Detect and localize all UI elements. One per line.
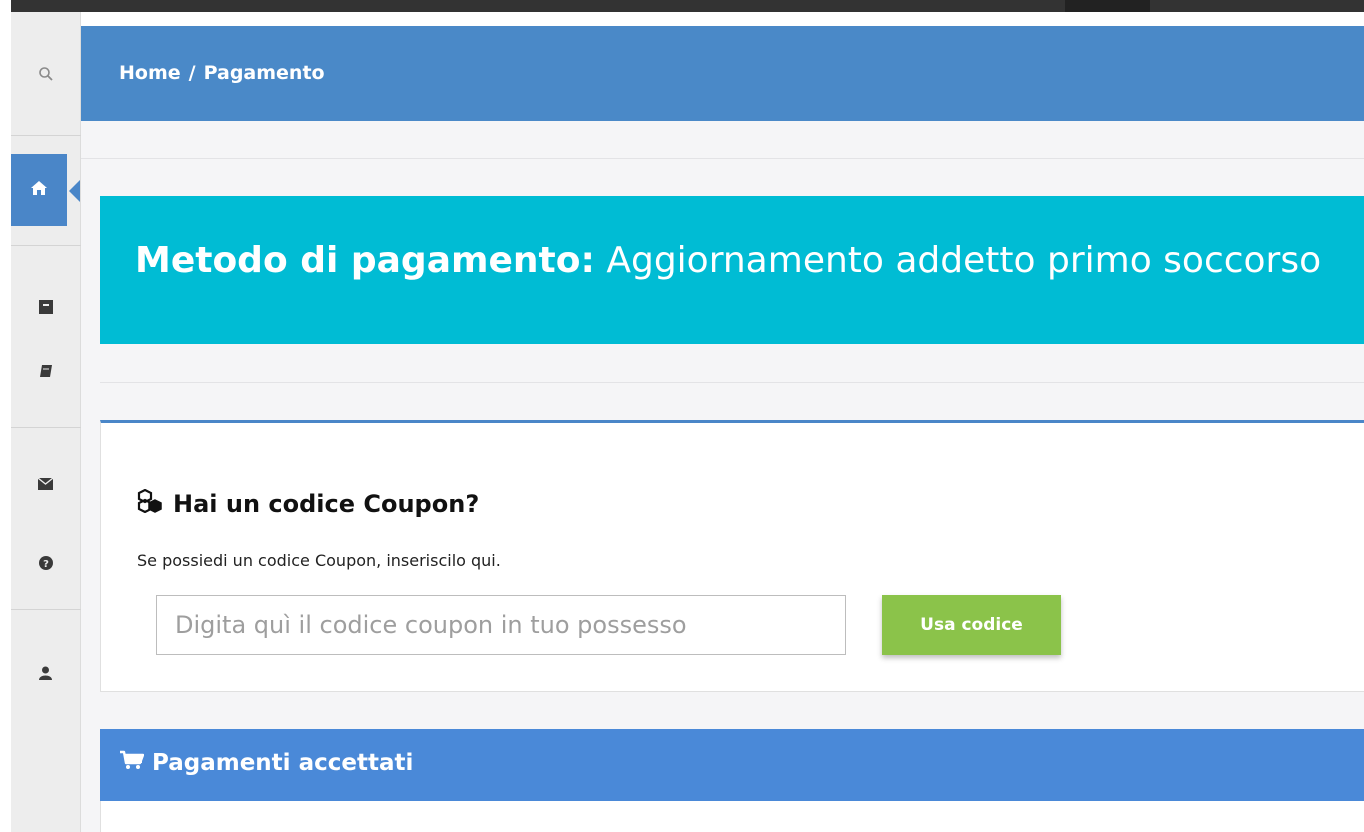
coupon-title-text: Hai un codice Coupon?: [173, 490, 480, 518]
shopping-cart-icon: [120, 750, 145, 776]
coupon-panel: Hai un codice Coupon? Se possiedi un cod…: [100, 420, 1364, 692]
window-top-bar-dark: [11, 0, 1364, 12]
active-indicator: [69, 180, 80, 202]
page-title: Metodo di pagamento: Aggiornamento addet…: [135, 240, 1321, 281]
header: Home / Pagamento: [81, 26, 1364, 121]
sidebar-item-archive[interactable]: [11, 288, 80, 328]
coupon-code-input[interactable]: [156, 595, 846, 655]
sidebar: ?: [11, 12, 81, 832]
coupon-title: Hai un codice Coupon?: [137, 488, 480, 519]
window-top-bar-segment: [1065, 0, 1150, 12]
user-icon: [39, 665, 52, 684]
breadcrumb-current: Pagamento: [203, 62, 325, 84]
use-code-button[interactable]: Usa codice: [882, 595, 1061, 655]
archive-icon: [38, 299, 53, 318]
sidebar-item-help[interactable]: ?: [11, 544, 80, 584]
divider: [81, 158, 1364, 159]
accepted-payments-header: Pagamenti accettati: [100, 729, 1364, 801]
coupon-description: Se possiedi un codice Coupon, inseriscil…: [137, 551, 501, 570]
sidebar-item-user[interactable]: [11, 654, 80, 694]
svg-text:?: ?: [43, 559, 49, 570]
sidebar-item-book[interactable]: [11, 352, 80, 392]
breadcrumb: Home / Pagamento: [119, 62, 325, 84]
window-top-bar: [0, 0, 1364, 12]
left-edge: [0, 12, 11, 832]
page-title-course: Aggiornamento addetto primo soccorso: [606, 240, 1322, 281]
breadcrumb-home[interactable]: Home: [119, 62, 181, 84]
accepted-payments-body: [100, 801, 1364, 832]
breadcrumb-separator: /: [188, 62, 196, 84]
payment-method-banner: Metodo di pagamento: Aggiornamento addet…: [100, 196, 1364, 344]
divider: [100, 382, 1364, 383]
question-circle-icon: ?: [38, 555, 53, 574]
book-icon: [39, 363, 53, 382]
envelope-icon: [37, 475, 54, 494]
accepted-payments-title-text: Pagamenti accettati: [152, 750, 414, 776]
header-top-strip: [81, 12, 1364, 26]
accepted-payments-title: Pagamenti accettati: [120, 750, 413, 776]
sidebar-item-messages[interactable]: [11, 464, 80, 504]
sidebar-item-home[interactable]: [11, 154, 67, 226]
page-title-label: Metodo di pagamento:: [135, 240, 595, 281]
search-icon[interactable]: [11, 54, 80, 94]
home-icon: [30, 180, 48, 200]
cubes-icon: [137, 488, 163, 519]
